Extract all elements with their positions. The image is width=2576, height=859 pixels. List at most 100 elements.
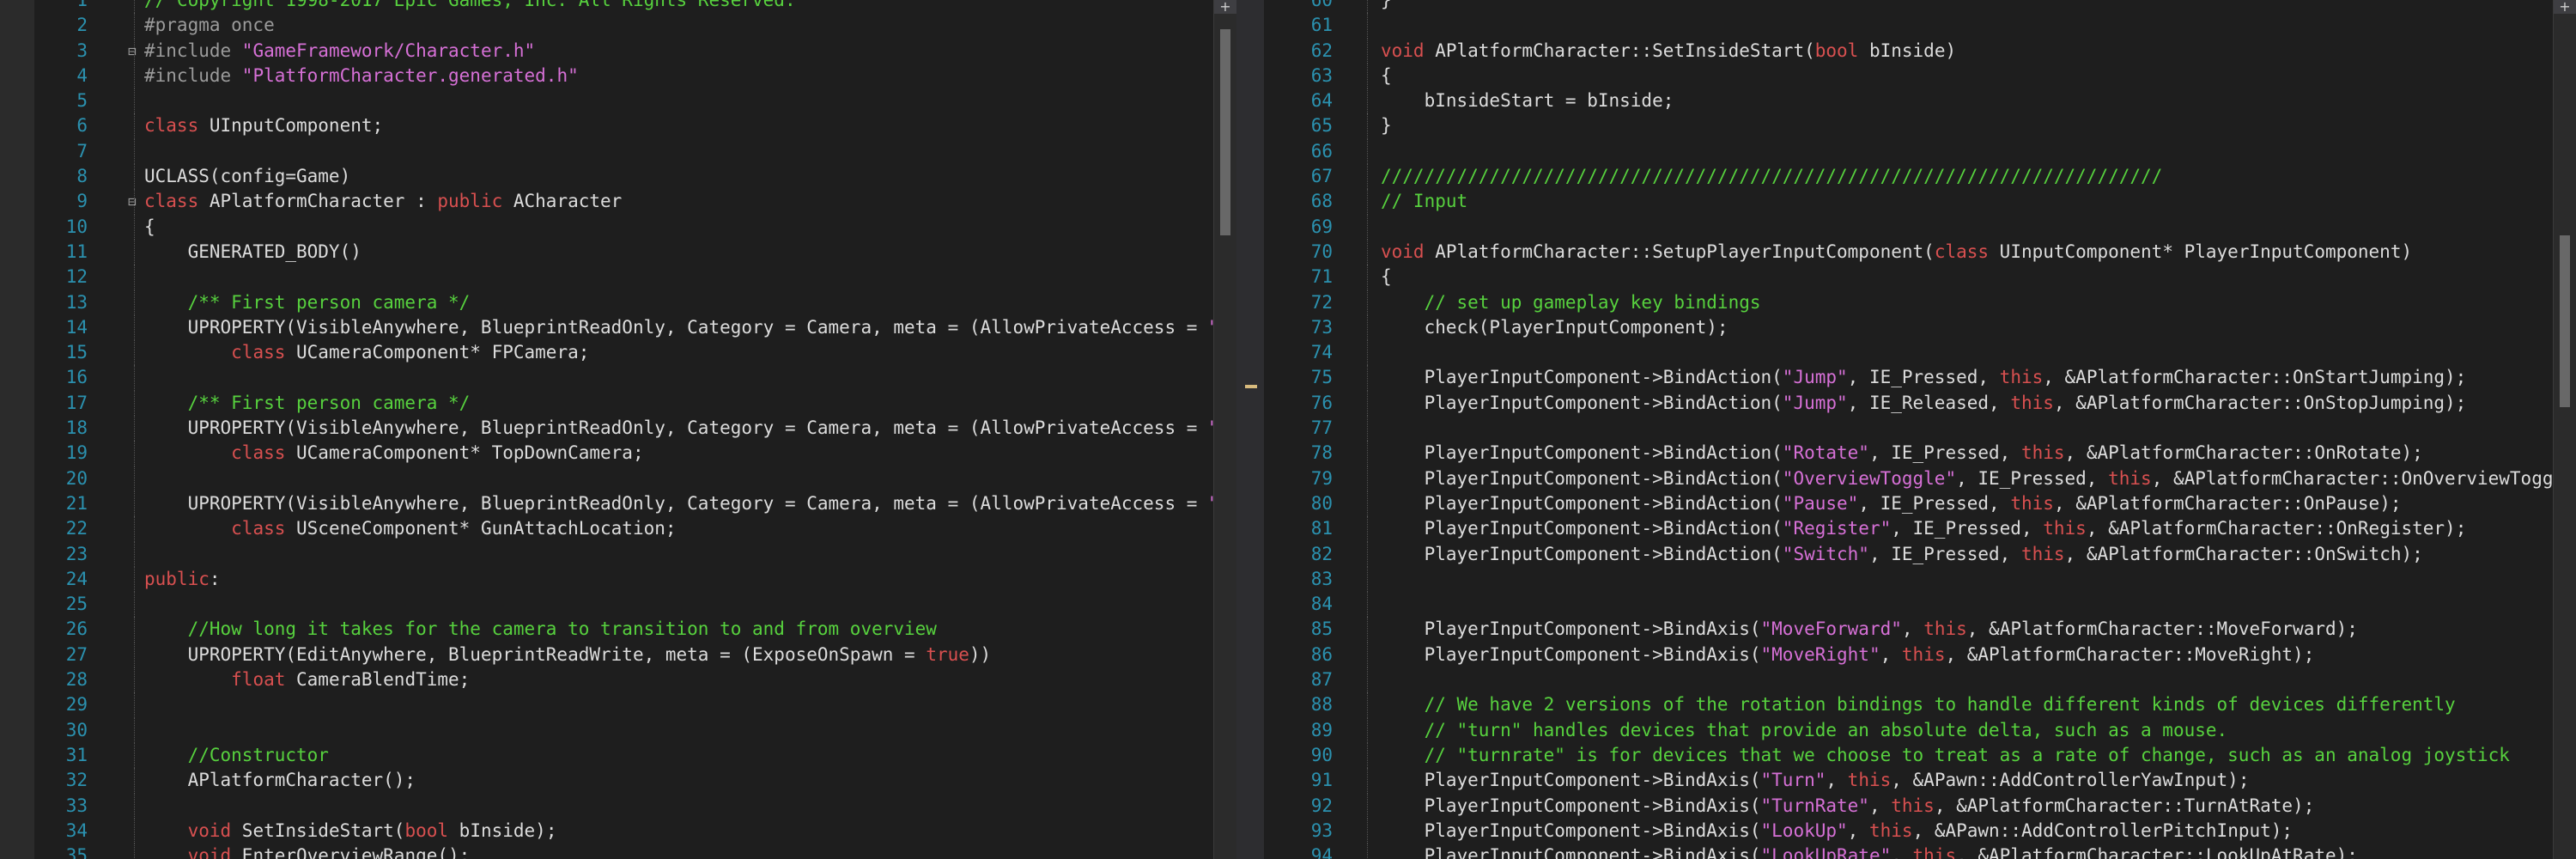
code-line[interactable]: 8 UCLASS(config=Game) bbox=[0, 164, 1214, 190]
right-vertical-scrollbar[interactable]: + bbox=[2553, 0, 2576, 859]
code-line[interactable]: 23 bbox=[0, 541, 1214, 567]
code-line[interactable]: 69 bbox=[1264, 214, 2554, 240]
code-text[interactable]: void SetInsideStart(bool bInside); bbox=[144, 819, 557, 844]
code-text[interactable]: UPROPERTY(VisibleAnywhere, BlueprintRead… bbox=[144, 416, 1236, 441]
code-line[interactable]: 61 bbox=[1264, 13, 2554, 39]
code-text[interactable]: GENERATED_BODY() bbox=[144, 240, 361, 265]
code-line[interactable]: 92 PlayerInputComponent->BindAxis("TurnR… bbox=[1264, 793, 2554, 819]
code-text[interactable]: { bbox=[144, 215, 155, 240]
code-text[interactable]: // We have 2 versions of the rotation bi… bbox=[1381, 692, 2456, 717]
code-line[interactable]: 90 // "turnrate" is for devices that we … bbox=[1264, 742, 2554, 769]
code-text[interactable]: } bbox=[1381, 113, 1392, 138]
code-line[interactable]: 2 #pragma once bbox=[0, 13, 1214, 39]
code-text[interactable]: // Input bbox=[1381, 189, 1467, 214]
code-text[interactable]: float CameraBlendTime; bbox=[144, 667, 470, 692]
code-line[interactable]: 15 class UCameraComponent* FPCamera; bbox=[0, 340, 1214, 366]
code-line[interactable]: 29 bbox=[0, 692, 1214, 718]
pane-splitter[interactable] bbox=[1236, 0, 1264, 859]
code-text[interactable]: PlayerInputComponent->BindAction("Jump",… bbox=[1381, 365, 2467, 390]
left-split-button[interactable]: + bbox=[1214, 0, 1236, 14]
code-line[interactable]: 78 PlayerInputComponent->BindAction("Rot… bbox=[1264, 441, 2554, 466]
code-text[interactable]: { bbox=[1381, 64, 1392, 88]
code-line[interactable]: 10 { bbox=[0, 214, 1214, 240]
code-line[interactable]: 65} bbox=[1264, 113, 2554, 139]
code-line[interactable]: 13 /** First person camera */ bbox=[0, 289, 1214, 315]
code-line[interactable]: 21 UPROPERTY(VisibleAnywhere, BlueprintR… bbox=[0, 490, 1236, 517]
code-text[interactable]: //Constructor bbox=[144, 743, 329, 768]
code-text[interactable]: // "turnrate" is for devices that we cho… bbox=[1381, 743, 2510, 768]
code-line[interactable]: 16 bbox=[0, 365, 1214, 391]
code-text[interactable]: PlayerInputComponent->BindAction("Jump",… bbox=[1381, 391, 2467, 416]
code-line[interactable]: 82 PlayerInputComponent->BindAction("Swi… bbox=[1264, 541, 2554, 567]
code-text[interactable]: class UCameraComponent* TopDownCamera; bbox=[144, 441, 643, 466]
code-text[interactable]: APlatformCharacter(); bbox=[144, 768, 416, 793]
code-text[interactable]: void EnterOverviewRange(); bbox=[144, 844, 471, 859]
code-line[interactable]: 11 GENERATED_BODY() bbox=[0, 239, 1214, 265]
code-line[interactable]: 19 class UCameraComponent* TopDownCamera… bbox=[0, 441, 1214, 466]
fold-toggle-icon[interactable]: ⊟ bbox=[124, 189, 141, 214]
code-area-left[interactable]: 1 // Copyright 1998-2017 Epic Games, Inc.… bbox=[0, 0, 1236, 859]
code-text[interactable]: #include "PlatformCharacter.generated.h" bbox=[144, 64, 579, 88]
code-line[interactable]: 77 bbox=[1264, 416, 2554, 442]
code-line[interactable]: 9 ⊟ class APlatformCharacter : public ACha… bbox=[0, 189, 1214, 215]
code-text[interactable]: PlayerInputComponent->BindAxis("LookUp",… bbox=[1381, 819, 2293, 844]
code-line[interactable]: 79 PlayerInputComponent->BindAction("Ove… bbox=[1264, 466, 2576, 491]
code-line[interactable]: 12 bbox=[0, 265, 1214, 290]
code-line[interactable]: 1 // Copyright 1998-2017 Epic Games, Inc.… bbox=[0, 0, 1214, 14]
code-line[interactable]: 7 bbox=[0, 138, 1214, 165]
code-text[interactable]: class UCameraComponent* FPCamera; bbox=[144, 340, 589, 365]
code-line[interactable]: 60} bbox=[1264, 0, 2554, 14]
code-line[interactable]: 32 APlatformCharacter(); bbox=[0, 768, 1214, 794]
code-line[interactable]: 80 PlayerInputComponent->BindAction("Pau… bbox=[1264, 490, 2554, 517]
fold-toggle-icon[interactable]: ⊟ bbox=[124, 39, 141, 64]
code-line[interactable]: 20 bbox=[0, 466, 1214, 491]
code-line[interactable]: 4 #include "PlatformCharacter.generated.h… bbox=[0, 63, 1214, 89]
code-line[interactable]: 33 bbox=[0, 793, 1214, 819]
code-text[interactable]: PlayerInputComponent->BindAction("Pause"… bbox=[1381, 491, 2402, 516]
code-line[interactable]: 27 UPROPERTY(EditAnywhere, BlueprintRead… bbox=[0, 642, 1214, 668]
code-text[interactable]: PlayerInputComponent->BindAxis("TurnRate… bbox=[1381, 794, 2315, 819]
code-text[interactable]: bInsideStart = bInside; bbox=[1381, 88, 1674, 113]
code-text[interactable]: check(PlayerInputComponent); bbox=[1381, 315, 1728, 340]
editor-pane-right[interactable]: 60}6162⊟void APlatformCharacter::SetInsi… bbox=[1264, 0, 2576, 859]
code-line[interactable]: 22 class USceneComponent* GunAttachLocat… bbox=[0, 516, 1214, 542]
code-line[interactable]: 85 PlayerInputComponent->BindAxis("MoveF… bbox=[1264, 617, 2554, 643]
code-text[interactable]: /** First person camera */ bbox=[144, 290, 471, 315]
code-line[interactable]: 68 // Input bbox=[1264, 189, 2554, 215]
code-text[interactable]: /** First person camera */ bbox=[144, 391, 471, 416]
code-line[interactable]: 28 float CameraBlendTime; bbox=[0, 667, 1214, 693]
code-text[interactable]: PlayerInputComponent->BindAxis("MoveRigh… bbox=[1381, 643, 2315, 667]
code-text[interactable]: UPROPERTY(VisibleAnywhere, BlueprintRead… bbox=[144, 491, 1236, 516]
code-line[interactable]: 17 /** First person camera */ bbox=[0, 390, 1214, 417]
code-text[interactable]: class UInputComponent; bbox=[144, 113, 383, 138]
code-text[interactable]: // Copyright 1998-2017 Epic Games, Inc. … bbox=[144, 0, 796, 13]
right-scrollbar-thumb[interactable] bbox=[2560, 235, 2570, 407]
code-line[interactable]: 31 //Constructor bbox=[0, 742, 1214, 769]
code-line[interactable]: 93 PlayerInputComponent->BindAxis("LookU… bbox=[1264, 818, 2554, 844]
code-text[interactable]: void APlatformCharacter::SetupPlayerInpu… bbox=[1381, 240, 2412, 265]
code-line[interactable]: 75 PlayerInputComponent->BindAction("Jum… bbox=[1264, 365, 2554, 391]
code-text[interactable]: { bbox=[1381, 265, 1392, 289]
code-line[interactable]: 76 PlayerInputComponent->BindAction("Jum… bbox=[1264, 390, 2554, 417]
code-text[interactable]: #pragma once bbox=[144, 13, 275, 38]
code-line[interactable]: 81 PlayerInputComponent->BindAction("Reg… bbox=[1264, 516, 2554, 542]
code-text[interactable]: // "turn" handles devices that provide a… bbox=[1381, 718, 2228, 743]
code-text[interactable]: ////////////////////////////////////////… bbox=[1381, 164, 2162, 189]
code-line[interactable]: 24 public: bbox=[0, 566, 1214, 593]
code-line[interactable]: 35 void EnterOverviewRange(); bbox=[0, 844, 1214, 859]
code-text[interactable]: PlayerInputComponent->BindAxis("MoveForw… bbox=[1381, 617, 2358, 642]
code-text[interactable]: } bbox=[1381, 0, 1392, 13]
code-text[interactable]: class USceneComponent* GunAttachLocation… bbox=[144, 516, 676, 541]
code-line[interactable]: 94 PlayerInputComponent->BindAxis("LookU… bbox=[1264, 844, 2554, 859]
code-line[interactable]: 83 bbox=[1264, 566, 2554, 593]
editor-pane-left[interactable]: 1 // Copyright 1998-2017 Epic Games, Inc.… bbox=[0, 0, 1236, 859]
code-line[interactable]: 84 bbox=[1264, 592, 2554, 618]
code-text[interactable]: PlayerInputComponent->BindAxis("Turn", t… bbox=[1381, 768, 2250, 793]
code-text[interactable]: PlayerInputComponent->BindAction("Overvi… bbox=[1381, 466, 2576, 491]
code-text[interactable]: PlayerInputComponent->BindAction("Rotate… bbox=[1381, 441, 2423, 466]
code-line[interactable]: 71 { bbox=[1264, 265, 2554, 290]
code-text[interactable]: // set up gameplay key bindings bbox=[1381, 290, 1761, 315]
code-line[interactable]: 5 bbox=[0, 88, 1214, 114]
left-vertical-scrollbar[interactable]: + bbox=[1213, 0, 1236, 859]
code-text[interactable]: //How long it takes for the camera to tr… bbox=[144, 617, 937, 642]
